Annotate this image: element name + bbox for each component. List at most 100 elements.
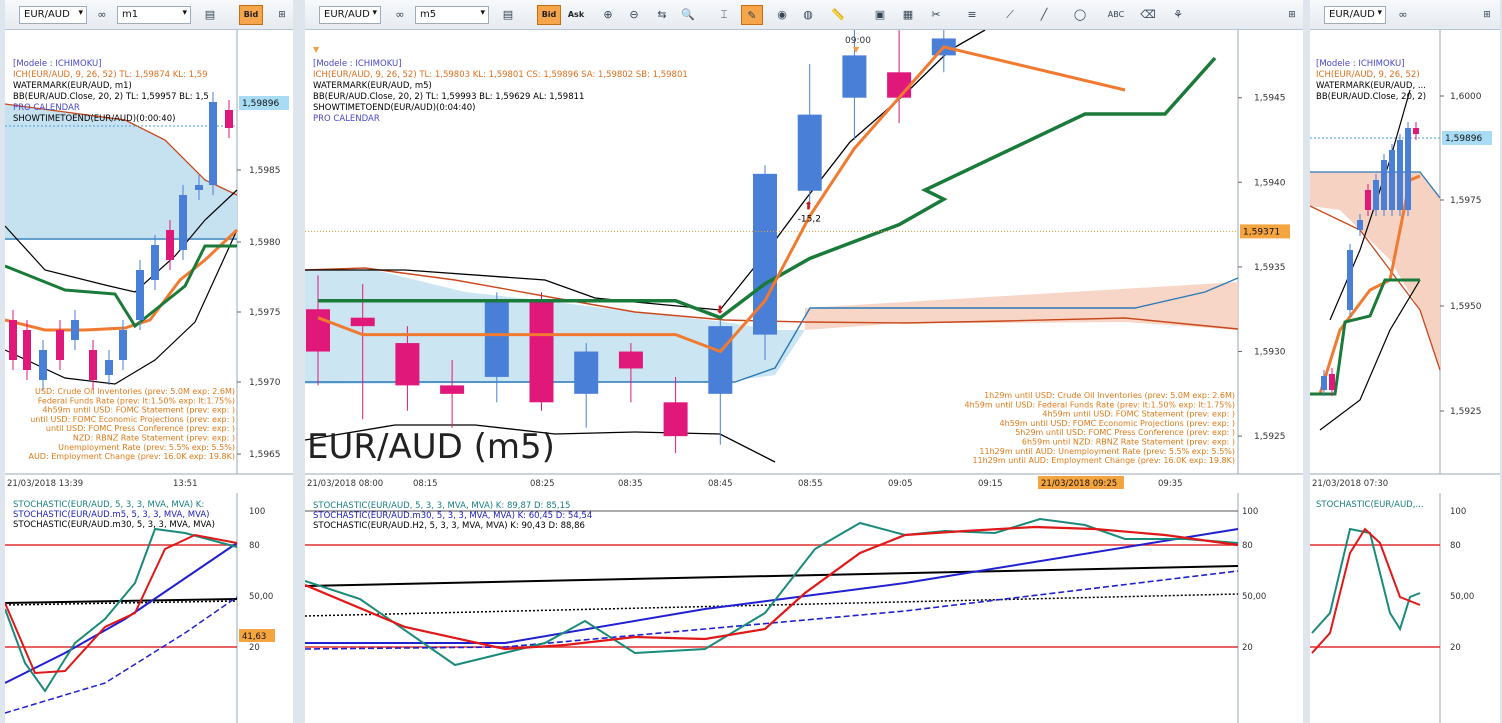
calendar-line: 11h29m until AUD: Unemployment Rate (pre… [979,447,1235,456]
candle-body [89,350,97,380]
y-tick-label: 1,5945 [1254,94,1286,104]
center-timeframe-select[interactable]: m5 ▾ [415,6,489,24]
candle-body [195,185,203,190]
lines-icon[interactable]: ≡ [961,5,983,25]
stoch-legend-line: STOCHASTIC(EUR/AUD.m30, 5, 3, 3, MVA, MV… [313,511,592,521]
candle-body [23,330,31,370]
legend-line: SHOWTIMETOEND(EUR/AUD)(0:04:40) [313,103,475,113]
chart-type-icon[interactable]: ▤ [497,5,519,25]
more-icon[interactable]: ⊞ [1281,5,1303,25]
stoch-d-line [5,533,238,675]
candle-body [529,300,554,403]
cloud-bullish [5,104,237,240]
legend-line: BB(EUR/AUD.Close, 20, 2) [1316,92,1426,102]
link-icon[interactable]: ∞ [389,5,411,25]
candle-body [1357,220,1363,230]
bid-button[interactable]: Bid [239,5,263,25]
center-symbol-select[interactable]: EUR/AUD ▾ [319,6,381,24]
right-symbol-label: EUR/AUD [1329,9,1375,20]
ellipse-icon[interactable]: ◯ [1069,5,1091,25]
tree-icon[interactable]: ⚘ [1167,5,1189,25]
ask-button[interactable]: Ask [564,5,588,25]
x-tick-label: 08:15 [413,479,438,489]
y-tick-label: 1,5985 [249,166,281,176]
more-icon[interactable]: ⊞ [271,5,293,25]
stoch-m5-d [5,596,238,714]
center-price-chart[interactable]: 1,5945 1,5940 1,5935 1,5930 1,5925 ⬇ ⬆ -15,2 EUR… [305,30,1303,490]
right-symbol-select[interactable]: EUR/AUD ▾ [1324,6,1386,24]
cursor-icon[interactable]: ⌶ [713,5,735,25]
y-tick-label: 1,5975 [249,308,281,318]
candle-body [39,350,47,380]
link-icon[interactable]: ∞ [91,5,113,25]
more-icon[interactable]: ⊞ [1476,5,1498,25]
calendar-line: 11h29m until AUD: Employment Change (pre… [972,456,1235,465]
stoch-tick-label: 80 [1242,541,1253,551]
price-badge: 1,59896 [242,99,279,109]
calendar-line: Unemployment Rate (prev: 5.5% exp: 5.5%) [58,443,235,452]
candle-body [151,245,159,280]
center-stochastic-chart[interactable]: 100 80 50,00 20 STOCHASTIC(EUR/AUD, 5, 3, 3,… [305,493,1303,723]
stoch-tick-label: 50,00 [1450,592,1474,602]
candle-body [395,343,420,386]
kijun-line [5,244,237,329]
link-icon[interactable]: ∞ [1392,5,1414,25]
globe-icon[interactable]: ◍ [797,5,819,25]
right-stochastic-chart[interactable]: 100 80 50,00 20 STOCHASTIC(EUR/AUD,... [1310,493,1500,723]
left-toolbar: EUR/AUD ▾ ∞ m1 ▾ ▤ Bid ⊞ [5,0,293,30]
stoch-tick-label: 20 [1242,643,1253,653]
x-tick-label: 08:55 [798,479,823,489]
x-tick-label: 09:15 [978,479,1003,489]
magnifier-icon[interactable]: 🔍 [677,5,699,25]
left-timeframe-select[interactable]: m1 ▾ [117,6,191,24]
chart-type-icon[interactable]: ▤ [199,5,221,25]
candle-body [1381,160,1387,210]
zoom-in-icon[interactable]: ⊕ [597,5,619,25]
scroll-icon[interactable]: ⇆ [651,5,673,25]
candle-body [1365,190,1371,210]
candle-body [708,326,733,394]
center-toolbar: EUR/AUD ▾ ∞ m5 ▾ ▤ Bid Ask ⊕ ⊖ ⇆ 🔍 ⌶ ✎ ◉ ◍… [305,0,1303,30]
candle-body [618,351,643,369]
legend-line: PRO CALENDAR [313,114,380,124]
x-tick-label: 13:51 [173,479,198,489]
template-icon[interactable]: ▦ [897,5,919,25]
legend-line: WATERMARK(EUR/AUD, ... [1316,81,1426,91]
y-tick-label: 1,5935 [1254,263,1286,273]
candle-body [9,320,17,360]
price-badge: 1,59896 [1445,134,1482,144]
candle-body [71,320,79,340]
text-icon[interactable]: ABC [1105,5,1127,25]
y-tick-label: 1,5970 [249,378,281,388]
right-price-chart[interactable]: 1,6000 1,5975 1,5950 1,5925 1,59896 [Modele :… [1310,30,1500,490]
annotation-icon[interactable]: ✎ [741,5,763,25]
candle-body [887,72,912,98]
legend-line: [Modele : ICHIMOKU] [313,59,402,69]
zoom-out-icon[interactable]: ⊖ [623,5,645,25]
price-badge: 1,59371 [1243,227,1280,237]
candle-body [209,102,217,185]
left-stochastic-chart[interactable]: 100 80 50,00 2041,63 STOCHASTIC(EUR/AUD, 5, … [5,493,293,723]
left-price-chart[interactable]: 1,5985 1,5980 1,5975 1,5970 1,5965 1,59896 [Mo… [5,30,293,490]
fan-icon[interactable]: ⟋ [999,5,1021,25]
stoch-tick-label: 20 [249,643,260,653]
legend-line: [Modele : ICHIMOKU] [13,59,102,69]
legend-line: ICH(EUR/AUD, 9, 26, 52) TL: 1,59874 KL: … [13,70,208,80]
time-marker-icon: ▼ [313,45,320,54]
tools-icon[interactable]: ✂ [925,5,947,25]
left-timeframe-label: m1 [122,9,139,20]
trendline-icon[interactable]: ╱ [1033,5,1055,25]
candle-body [1405,128,1411,210]
x-tick-label: 09:05 [888,479,913,489]
legend-line: ICH(EUR/AUD, 9, 26, 52) TL: 1,59803 KL: … [313,70,688,80]
ruler-icon[interactable]: 📏 [827,5,849,25]
image-icon[interactable]: ▣ [869,5,891,25]
candle-body [56,330,64,360]
calendar-line: NZD: RBNZ Rate Statement (prev: exp: ) [73,434,235,443]
legend-line: [Modele : ICHIMOKU] [1316,59,1405,69]
legend-line: SHOWTIMETOEND(EUR/AUD)(0:00:40) [13,114,175,124]
left-symbol-select[interactable]: EUR/AUD ▾ [19,6,87,24]
eraser-icon[interactable]: ⌫ [1137,5,1159,25]
bid-button[interactable]: Bid [537,5,561,25]
eye-icon[interactable]: ◉ [771,5,793,25]
